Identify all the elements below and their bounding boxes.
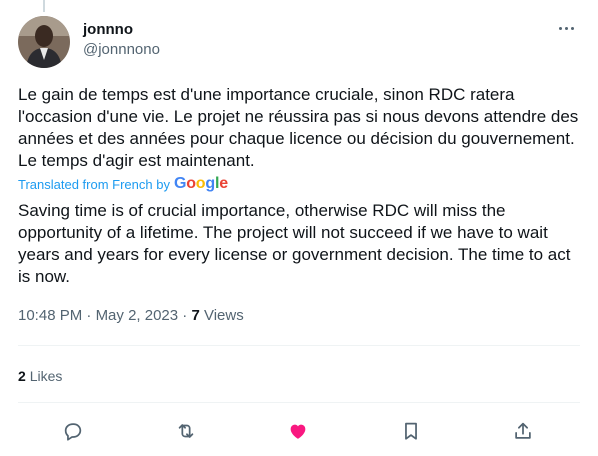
meta-separator: ·: [86, 307, 92, 324]
views-label: Views: [203, 307, 244, 324]
more-options-icon[interactable]: [554, 18, 578, 38]
likes-label: Likes: [29, 368, 63, 384]
like-button[interactable]: [281, 414, 315, 448]
likes-count: 2: [18, 368, 26, 384]
tweet-original-text: Le gain de temps est d'une importance cr…: [18, 85, 579, 170]
reply-icon: [64, 423, 82, 441]
retweet-icon: [178, 424, 194, 438]
translation-attribution: Translated from French by Google: [18, 175, 228, 193]
bookmark-button[interactable]: [394, 414, 428, 448]
divider: [18, 345, 580, 346]
share-icon: [515, 422, 531, 439]
like-icon: [290, 424, 306, 439]
divider: [18, 402, 580, 403]
tweet-translation-text: Saving time is of crucial importance, ot…: [18, 201, 571, 286]
views-count: 7: [191, 307, 200, 324]
likes-stat[interactable]: 2 Likes: [18, 366, 62, 386]
tweet-header: jonnno @jonnnono: [18, 16, 580, 68]
user-handle[interactable]: @jonnnono: [83, 40, 160, 60]
avatar[interactable]: [18, 16, 70, 68]
reply-button[interactable]: [56, 414, 90, 448]
retweet-button[interactable]: [169, 414, 203, 448]
tweet-time[interactable]: 10:48 PM: [18, 307, 82, 324]
avatar-image: [18, 16, 70, 68]
share-button[interactable]: [506, 414, 540, 448]
tweet-date[interactable]: May 2, 2023: [96, 307, 179, 324]
translated-label[interactable]: Translated from French by: [18, 177, 170, 192]
tweet: jonnno @jonnnono Le gain de temps est d'…: [0, 0, 598, 456]
display-name[interactable]: jonnno: [83, 20, 160, 40]
meta-separator: ·: [182, 307, 188, 324]
tweet-meta: 10:48 PM · May 2, 2023 · 7 Views: [18, 306, 244, 326]
google-logo: Google: [173, 175, 228, 192]
action-bar: [0, 414, 598, 448]
user-info: jonnno @jonnnono: [83, 16, 160, 68]
thread-line: [43, 0, 45, 12]
bookmark-icon: [405, 422, 417, 440]
